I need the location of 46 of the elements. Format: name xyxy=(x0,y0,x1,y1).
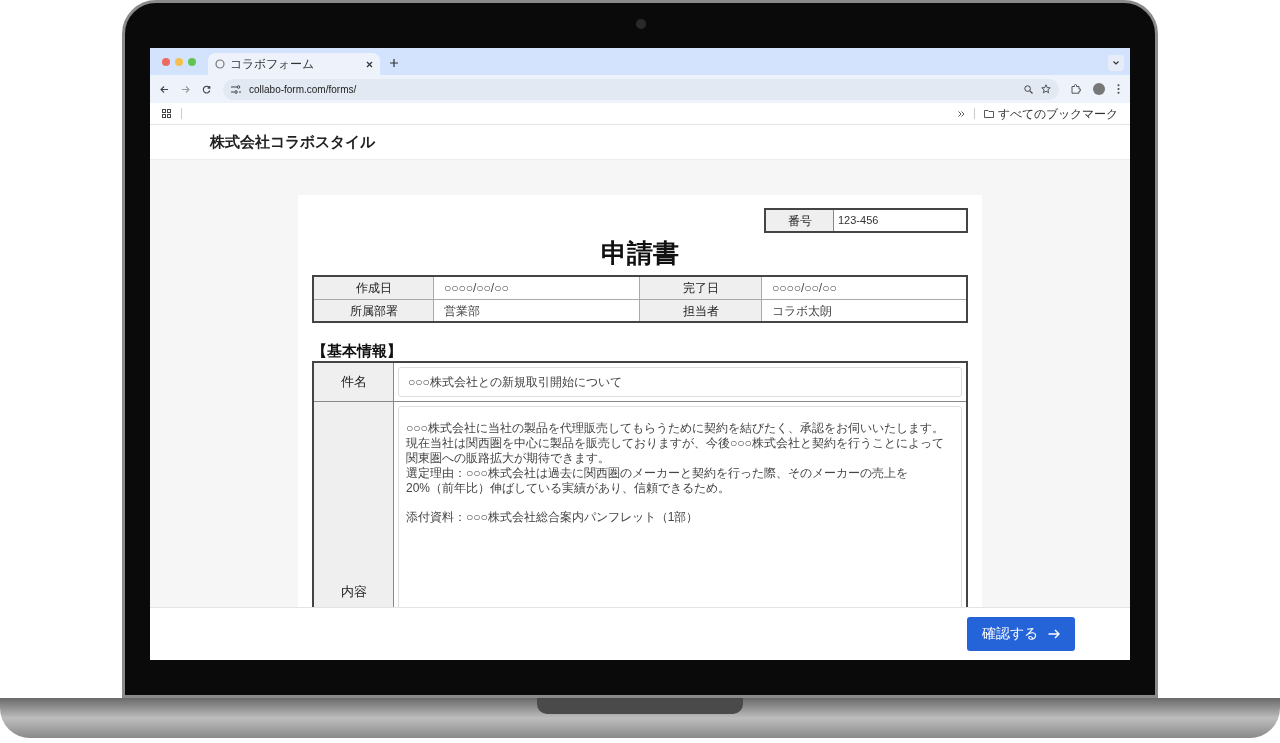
field-label: 内容 xyxy=(314,402,394,607)
browser-tab[interactable]: コラボフォーム xyxy=(208,53,380,75)
url-text: collabo-form.com/forms/ xyxy=(249,82,358,97)
tune-icon[interactable] xyxy=(231,84,241,94)
table-cell: コラボ太朗 xyxy=(762,299,966,321)
tab-list-button[interactable] xyxy=(1108,55,1124,71)
arrow-icon xyxy=(1048,628,1060,639)
camera-icon xyxy=(636,19,646,29)
table-header-cell: 作成日 xyxy=(314,277,434,299)
double-chevron-icon[interactable] xyxy=(958,110,965,117)
form-title: 申請書 xyxy=(600,237,680,269)
zoom-icon[interactable] xyxy=(1024,84,1033,94)
field-label: 件名 xyxy=(314,363,394,401)
reload-icon[interactable] xyxy=(202,84,211,94)
confirm-button[interactable]: 確認する xyxy=(967,616,1075,651)
input-field[interactable]: ○○○株式会社との新規取引開始について xyxy=(398,367,962,397)
favicon-icon xyxy=(215,59,225,69)
table-header-cell: 番号 xyxy=(766,210,834,231)
table-cell: 営業部 xyxy=(434,299,640,321)
avatar-icon[interactable] xyxy=(1093,83,1105,95)
folder-icon xyxy=(984,109,994,118)
text-line: 関東圏への販路拡大が期待できます。 xyxy=(406,451,610,466)
table-cell-text: 123-456 xyxy=(837,213,880,229)
table-header-cell: 担当者 xyxy=(640,299,762,321)
company-name: 株式会社コラボスタイル xyxy=(210,131,375,152)
table-header-cell: 完了日 xyxy=(640,277,762,299)
caret-icon xyxy=(1113,61,1119,65)
text-line: ○○○株式会社に当社の製品を代理販売してもらうために契約を結びたく、承認をお伺いいたします。 xyxy=(406,421,944,436)
new-tab-icon[interactable] xyxy=(390,59,398,67)
table-header-cell: 所属部署 xyxy=(314,299,434,321)
star-icon[interactable] xyxy=(1041,84,1051,94)
text-line: 20%（前年比）伸ばしている実績があり、信頼できるため。 xyxy=(406,481,731,496)
close-icon[interactable] xyxy=(366,60,373,68)
text-line: 現在当社は関西圏を中心に製品を販売しておりますが、今後○○○株式会社と契約を行うことによって xyxy=(406,436,944,451)
address-bar[interactable]: collabo-form.com/forms/ xyxy=(223,78,1059,100)
all-bookmarks-button[interactable]: すべてのブックマーク xyxy=(984,104,1118,123)
apps-grid-icon[interactable] xyxy=(162,109,171,118)
puzzle-icon[interactable] xyxy=(1071,84,1081,94)
text-line: 添付資料：○○○株式会社総合案内パンフレット（1部） xyxy=(406,510,699,525)
forward-icon[interactable] xyxy=(181,84,190,94)
table-cell-text: ○○○○/○○/○○ xyxy=(771,280,838,297)
text-line: 選定理由：○○○株式会社は過去に関西圏のメーカーと契約を行った際、そのメーカーの売上を xyxy=(406,466,908,481)
menu-icon[interactable] xyxy=(1117,84,1120,94)
tab-title: コラボフォーム xyxy=(230,56,315,73)
section-heading: 【基本情報】 xyxy=(312,341,403,361)
back-icon[interactable] xyxy=(160,84,169,94)
